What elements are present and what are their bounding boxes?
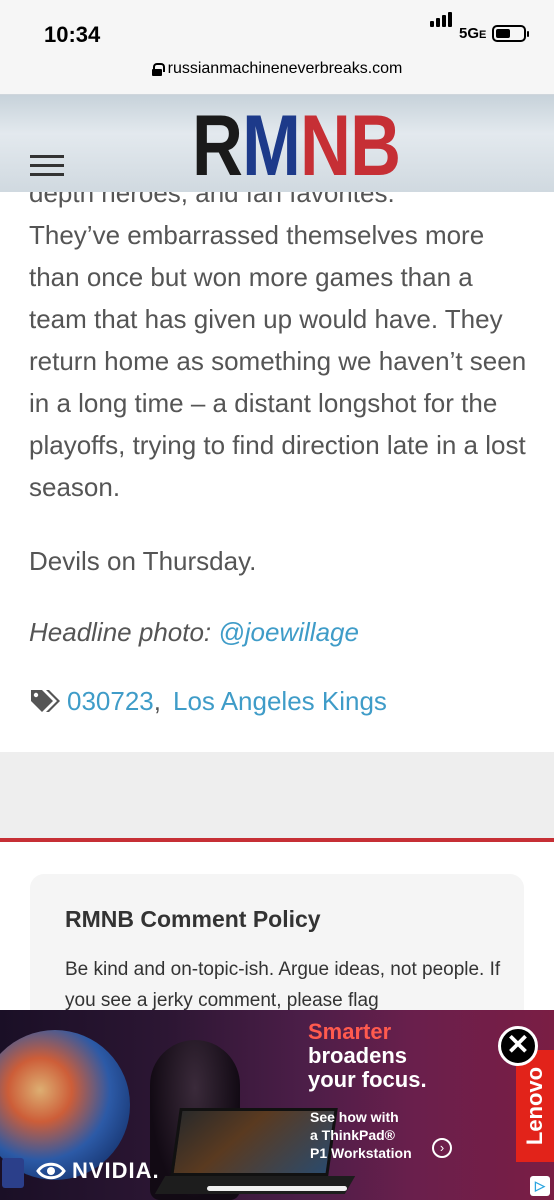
nvidia-eye-icon [36,1162,66,1180]
status-time: 10:34 [44,22,101,47]
ad-brand-text: Lenovo [522,1066,547,1146]
hamburger-icon[interactable] [30,155,64,177]
status-bar: 10:34 5GE [0,0,554,58]
logo-letter-r: R [192,98,243,194]
headline-photo-credit: Headline photo: @joewillage [29,611,529,653]
ad-cta-line-2: a ThinkPad® [310,1127,395,1143]
article-card: depth heroes, and fan favorites. They’ve… [0,150,554,752]
network-label: 5GE [459,25,487,42]
credit-link[interactable]: @joewillage [218,617,359,647]
ad-laptop-base [154,1176,356,1194]
url-bar[interactable]: russianmachineneverbreaks.com [0,58,554,94]
comment-policy-text: Be kind and on-topic-ish. Argue ideas, n… [65,959,501,1011]
credit-label: Headline photo: [29,617,219,647]
ad-headline-line-3: your focus. [308,1067,427,1092]
article-next-game: Devils on Thursday. [29,546,257,576]
comment-policy-title: RMNB Comment Policy [65,906,321,932]
ad-cta[interactable]: See how with a ThinkPad® P1 Workstation [310,1108,412,1162]
battery-icon [492,25,529,42]
ad-close-button[interactable]: ✕ [498,1026,538,1066]
ad-cta-line-1: See how with [310,1109,399,1125]
ad-headline-line-1: Smarter [308,1019,392,1044]
logo-letter-m: M [242,98,301,194]
tags-icon [31,690,60,712]
home-indicator [207,1186,347,1191]
tag-link-los-angeles-kings[interactable]: Los Angeles Kings [173,680,387,722]
adchoices-icon[interactable]: ▷ [530,1176,550,1196]
ad-headline: Smarter broadens your focus. [308,1020,427,1092]
comments-section: RMNB Comment Policy Be kind and on-topic… [0,838,554,1074]
logo-letter-b: B [350,98,401,194]
ad-brand-logo[interactable]: Lenovo [516,1050,554,1162]
ad-cta-line-3: P1 Workstation [310,1145,412,1161]
url-text[interactable]: russianmachineneverbreaks.com [168,60,403,78]
ad-headline-line-2: broadens [308,1043,408,1068]
lock-icon [151,62,165,76]
logo-letter-n: N [300,98,351,194]
ad-sponsor-text: NVIDIA. [72,1158,160,1183]
tag-link-030723[interactable]: 030723 [67,680,154,722]
site-header: R M N B [0,94,554,192]
tag-separator: , [153,686,161,716]
chevron-right-icon[interactable]: › [432,1138,452,1158]
ad-badge-icon [2,1158,24,1188]
ad-sponsor-logo: NVIDIA. [36,1158,160,1184]
tags-row: 030723, Los Angeles Kings [29,680,387,722]
article-paragraph: They’ve embarrassed themselves more than… [29,220,527,502]
site-logo[interactable]: R M N B [192,98,401,194]
